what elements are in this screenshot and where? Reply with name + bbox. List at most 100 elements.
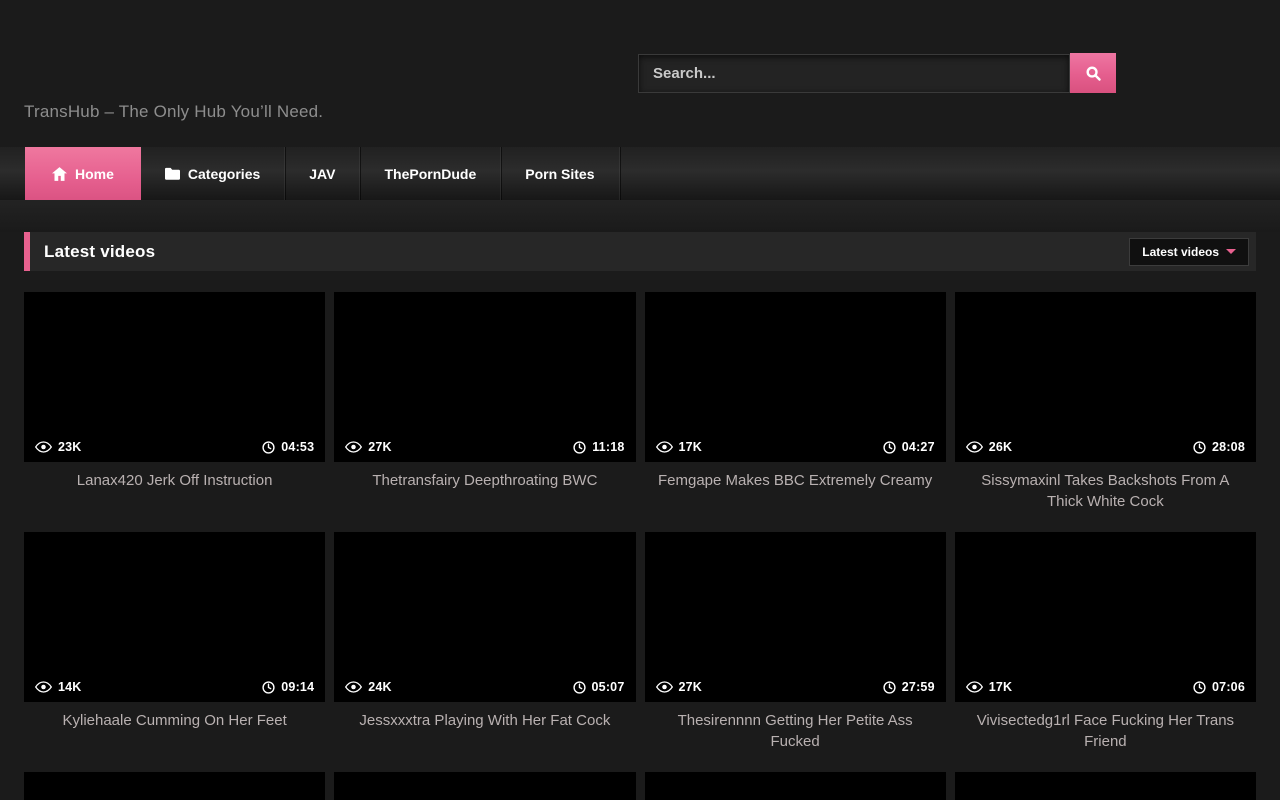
section-title: Latest videos bbox=[44, 242, 155, 262]
views-stat: 17K bbox=[656, 440, 703, 454]
video-card[interactable]: 17K 04:27 Femgape Makes BBC Extremely Cr… bbox=[645, 292, 946, 532]
duration-value: 11:18 bbox=[592, 440, 624, 454]
video-thumbnail bbox=[334, 772, 635, 800]
search-icon bbox=[1085, 65, 1102, 82]
duration-value: 04:53 bbox=[281, 440, 314, 454]
video-thumbnail: 23K 04:53 bbox=[24, 292, 325, 462]
views-stat: 17K bbox=[966, 680, 1013, 694]
video-thumbnail bbox=[955, 772, 1256, 800]
nav-item-home[interactable]: Home bbox=[25, 147, 141, 200]
video-card[interactable]: 27K 11:18 Thetransfairy Deepthroating BW… bbox=[334, 292, 635, 532]
video-card[interactable]: 24K 05:07 Jessxxxtra Playing With Her Fa… bbox=[334, 532, 635, 772]
views-count: 23K bbox=[58, 440, 82, 454]
eye-icon bbox=[345, 441, 362, 453]
video-stats-bar: 23K 04:53 bbox=[24, 432, 325, 462]
nav-item-porn-sites[interactable]: Porn Sites bbox=[501, 147, 619, 200]
video-stats-bar: 17K 04:27 bbox=[645, 432, 946, 462]
duration-value: 27:59 bbox=[902, 680, 935, 694]
eye-icon bbox=[345, 681, 362, 693]
folder-icon bbox=[165, 167, 180, 180]
video-thumbnail: 27K 27:59 bbox=[645, 532, 946, 702]
video-stats-bar: 27K 27:59 bbox=[645, 672, 946, 702]
video-title: Sissymaxinl Takes Backshots From A Thick… bbox=[955, 462, 1256, 532]
views-count: 27K bbox=[679, 680, 703, 694]
eye-icon bbox=[656, 441, 673, 453]
video-card[interactable] bbox=[334, 772, 635, 800]
views-stat: 27K bbox=[656, 680, 703, 694]
site-header: TransHub – The Only Hub You’ll Need. bbox=[0, 0, 1280, 147]
nav-item-label: Categories bbox=[188, 166, 260, 182]
search-button[interactable] bbox=[1070, 53, 1116, 93]
duration-stat: 07:06 bbox=[1193, 680, 1245, 694]
views-count: 17K bbox=[989, 680, 1013, 694]
eye-icon bbox=[966, 681, 983, 693]
duration-stat: 04:27 bbox=[883, 440, 935, 454]
views-stat: 14K bbox=[35, 680, 82, 694]
video-title: Thetransfairy Deepthroating BWC bbox=[334, 462, 635, 532]
duration-stat: 04:53 bbox=[262, 440, 314, 454]
video-card[interactable]: 14K 09:14 Kyliehaale Cumming On Her Feet bbox=[24, 532, 325, 772]
nav-item-label: ThePornDude bbox=[384, 166, 476, 182]
video-thumbnail: 26K 28:08 bbox=[955, 292, 1256, 462]
video-title: Kyliehaale Cumming On Her Feet bbox=[24, 702, 325, 772]
video-card[interactable]: 26K 28:08 Sissymaxinl Takes Backshots Fr… bbox=[955, 292, 1256, 532]
video-grid: 23K 04:53 Lanax420 Jerk Off Instruction bbox=[24, 292, 1256, 800]
views-stat: 26K bbox=[966, 440, 1013, 454]
video-thumbnail bbox=[645, 772, 946, 800]
video-title: Vivisectedg1rl Face Fucking Her Trans Fr… bbox=[955, 702, 1256, 772]
main-nav: Home Categories JAV ThePornDude Porn Sit… bbox=[0, 147, 1280, 200]
nav-item-categories[interactable]: Categories bbox=[141, 147, 285, 200]
video-thumbnail: 27K 11:18 bbox=[334, 292, 635, 462]
clock-icon bbox=[1193, 441, 1206, 454]
video-card[interactable]: 27K 27:59 Thesirennnn Getting Her Petite… bbox=[645, 532, 946, 772]
video-card[interactable] bbox=[24, 772, 325, 800]
duration-value: 04:27 bbox=[902, 440, 935, 454]
sort-dropdown[interactable]: Latest videos bbox=[1129, 238, 1249, 266]
video-card[interactable] bbox=[645, 772, 946, 800]
nav-item-label: Porn Sites bbox=[525, 166, 594, 182]
duration-value: 09:14 bbox=[281, 680, 314, 694]
video-stats-bar: 17K 07:06 bbox=[955, 672, 1256, 702]
home-icon bbox=[52, 167, 67, 181]
views-stat: 24K bbox=[345, 680, 392, 694]
eye-icon bbox=[966, 441, 983, 453]
search-bar bbox=[638, 54, 1116, 93]
eye-icon bbox=[35, 441, 52, 453]
sort-dropdown-label: Latest videos bbox=[1142, 245, 1219, 259]
site-title[interactable]: TransHub – The Only Hub You’ll Need. bbox=[24, 102, 323, 122]
video-thumbnail: 14K 09:14 bbox=[24, 532, 325, 702]
video-title: Jessxxxtra Playing With Her Fat Cock bbox=[334, 702, 635, 772]
views-count: 24K bbox=[368, 680, 392, 694]
views-count: 27K bbox=[368, 440, 392, 454]
views-stat: 23K bbox=[35, 440, 82, 454]
video-stats-bar: 14K 09:14 bbox=[24, 672, 325, 702]
views-count: 17K bbox=[679, 440, 703, 454]
video-thumbnail: 17K 07:06 bbox=[955, 532, 1256, 702]
views-stat: 27K bbox=[345, 440, 392, 454]
nav-item-theporndude[interactable]: ThePornDude bbox=[360, 147, 501, 200]
nav-item-label: JAV bbox=[309, 166, 335, 182]
clock-icon bbox=[573, 441, 586, 454]
video-card[interactable]: 23K 04:53 Lanax420 Jerk Off Instruction bbox=[24, 292, 325, 532]
nav-item-jav[interactable]: JAV bbox=[285, 147, 360, 200]
video-card[interactable]: 17K 07:06 Vivisectedg1rl Face Fucking He… bbox=[955, 532, 1256, 772]
video-stats-bar: 24K 05:07 bbox=[334, 672, 635, 702]
search-input[interactable] bbox=[638, 54, 1070, 93]
chevron-down-icon bbox=[1226, 249, 1236, 254]
video-stats-bar: 27K 11:18 bbox=[334, 432, 635, 462]
duration-stat: 05:07 bbox=[573, 680, 625, 694]
video-stats-bar: 26K 28:08 bbox=[955, 432, 1256, 462]
video-title: Thesirennnn Getting Her Petite Ass Fucke… bbox=[645, 702, 946, 772]
video-thumbnail bbox=[24, 772, 325, 800]
clock-icon bbox=[262, 441, 275, 454]
clock-icon bbox=[1193, 681, 1206, 694]
duration-stat: 09:14 bbox=[262, 680, 314, 694]
eye-icon bbox=[656, 681, 673, 693]
video-title: Femgape Makes BBC Extremely Creamy bbox=[645, 462, 946, 532]
duration-value: 07:06 bbox=[1212, 680, 1245, 694]
clock-icon bbox=[883, 441, 896, 454]
video-title: Lanax420 Jerk Off Instruction bbox=[24, 462, 325, 532]
video-card[interactable] bbox=[955, 772, 1256, 800]
video-thumbnail: 17K 04:27 bbox=[645, 292, 946, 462]
clock-icon bbox=[883, 681, 896, 694]
